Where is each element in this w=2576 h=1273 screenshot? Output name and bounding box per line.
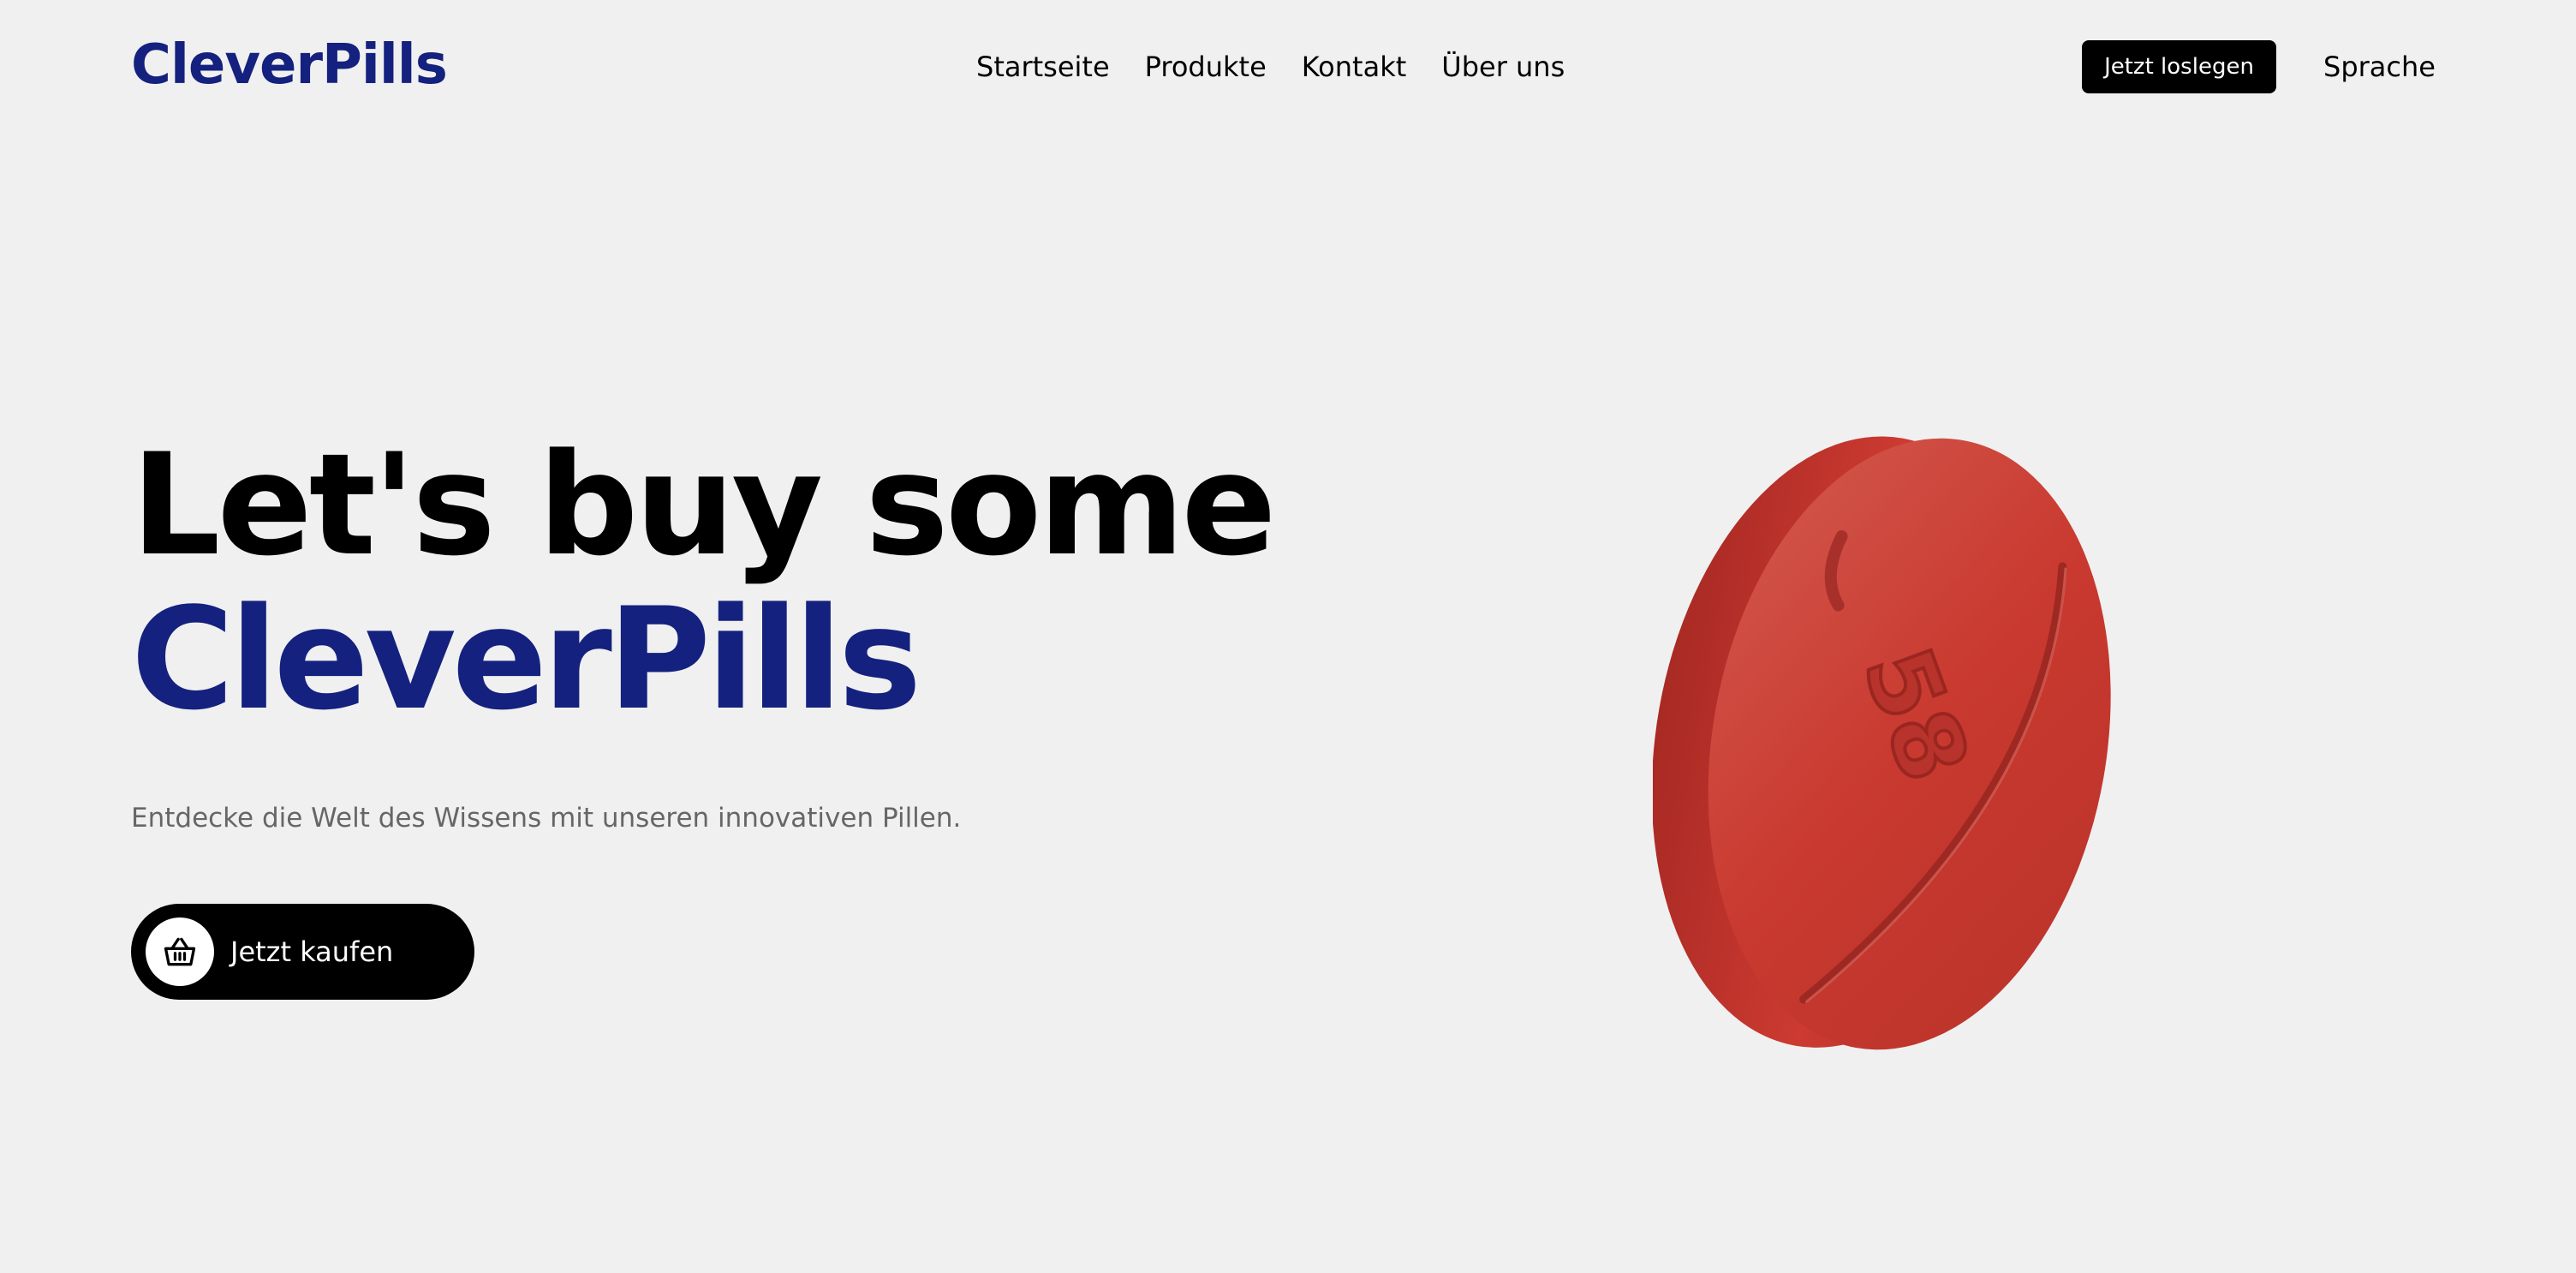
nav-link-ueber-uns[interactable]: Über uns — [1441, 43, 1565, 91]
basket-icon-circle — [146, 917, 214, 986]
nav-link-produkte[interactable]: Produkte — [1145, 43, 1267, 91]
buy-now-button[interactable]: Jetzt kaufen — [131, 904, 474, 1000]
nav-link-kontakt[interactable]: Kontakt — [1302, 43, 1406, 91]
language-selector[interactable]: Sprache — [2323, 43, 2436, 91]
nav-link-startseite[interactable]: Startseite — [976, 43, 1110, 91]
logo[interactable]: CleverPills — [131, 27, 448, 103]
hero-heading-brand: CleverPills — [131, 577, 921, 741]
buy-now-label: Jetzt kaufen — [230, 935, 394, 968]
red-pill-image: 58 — [1653, 436, 2111, 1050]
nav-links: Startseite Produkte Kontakt Über uns — [976, 43, 1565, 91]
hero-heading-line1: Let's buy some — [131, 423, 1277, 587]
basket-icon — [164, 937, 196, 966]
hero-subtitle: Entdecke die Welt des Wissens mit unsere… — [131, 803, 962, 834]
navbar: CleverPills Startseite Produkte Kontakt … — [0, 0, 2576, 133]
get-started-button[interactable]: Jetzt loslegen — [2082, 40, 2276, 93]
